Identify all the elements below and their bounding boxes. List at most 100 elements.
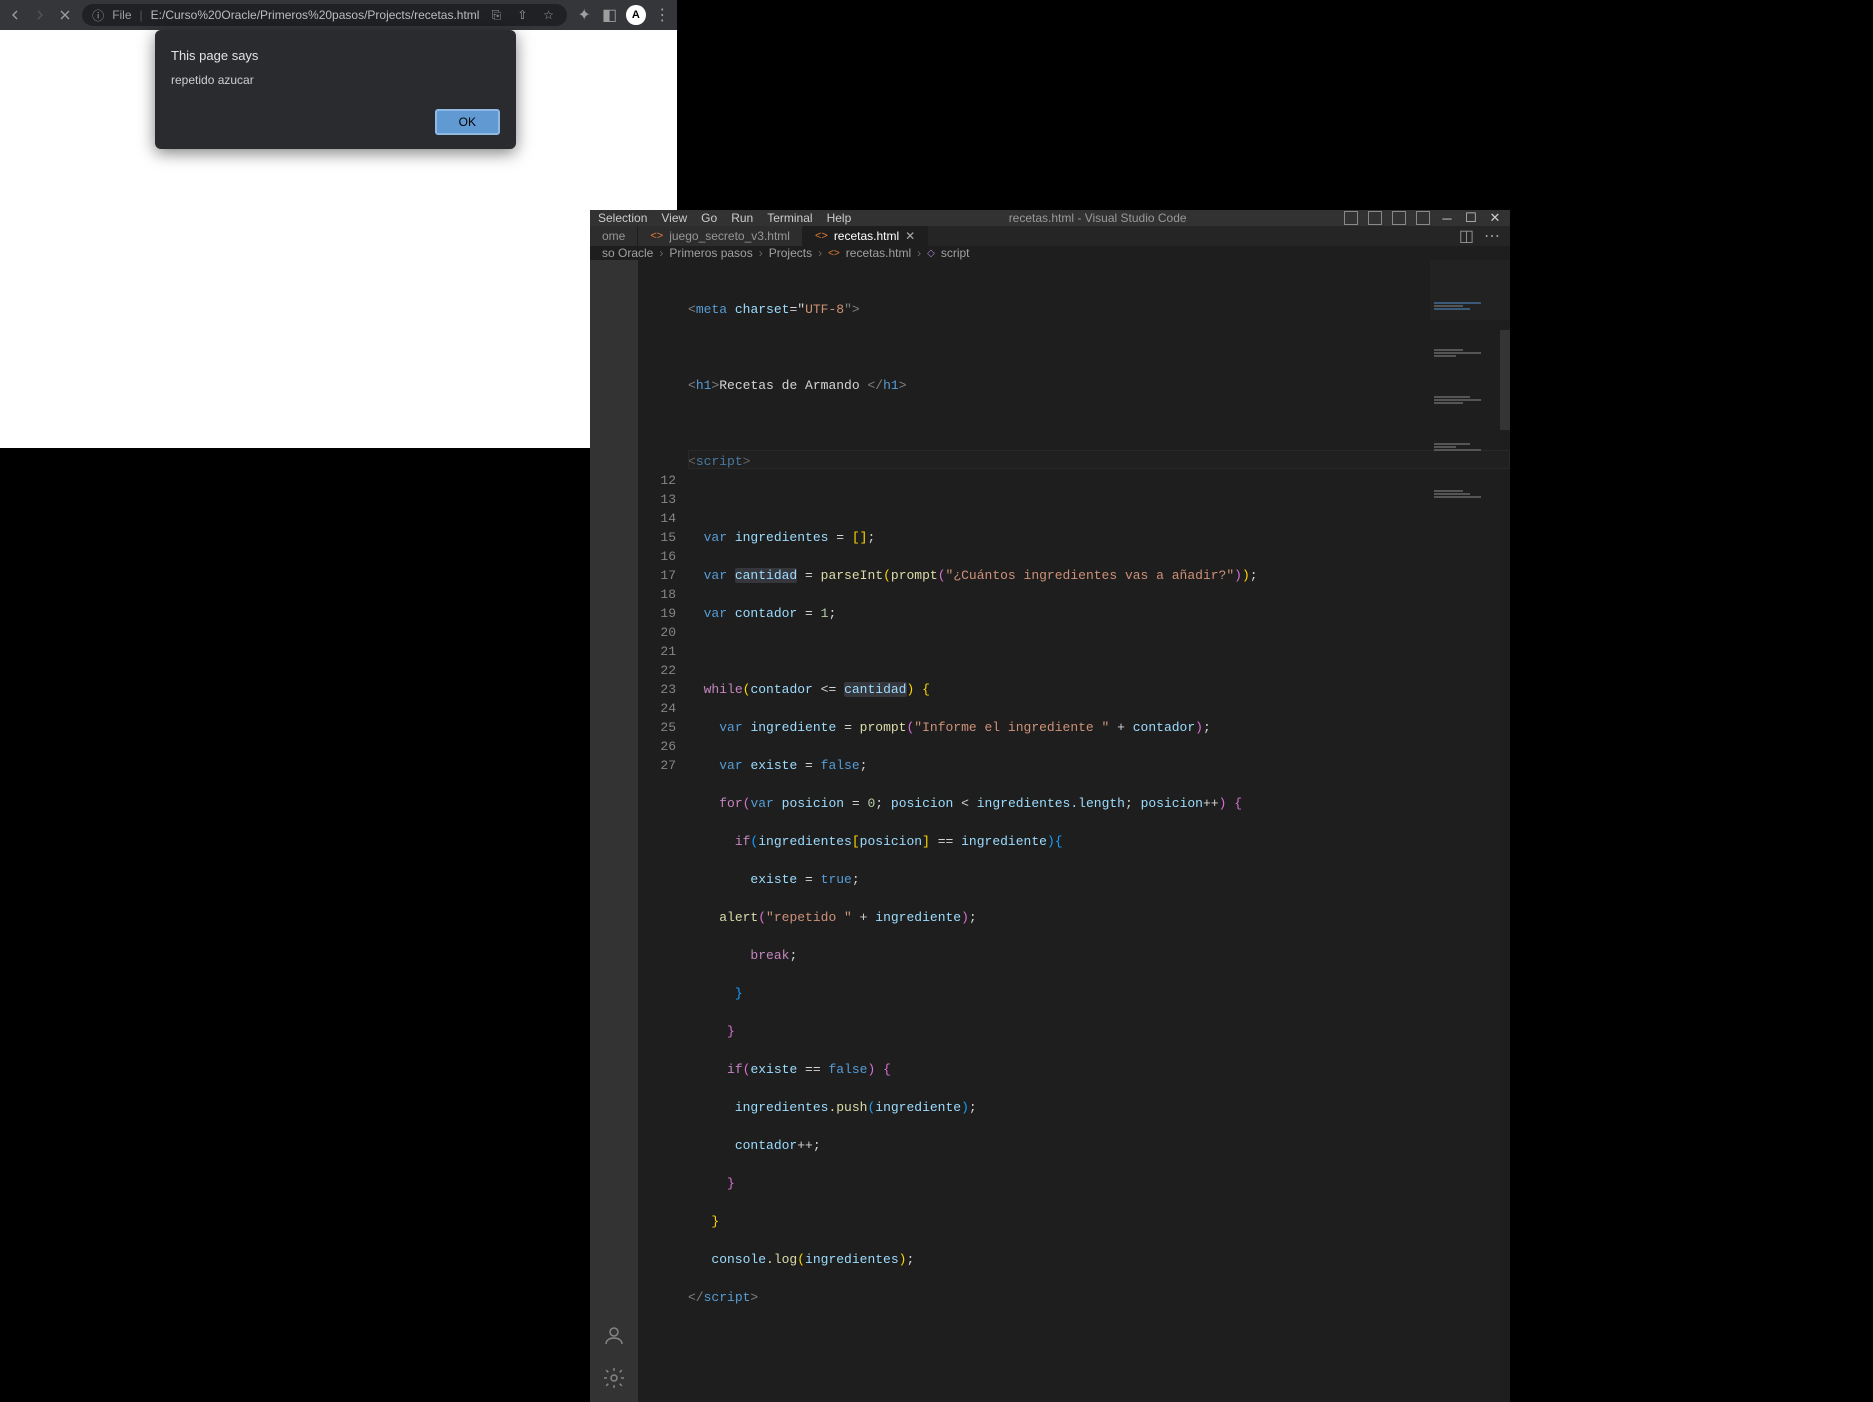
code-line: existe = true; [688,870,1510,889]
line-number [638,414,676,433]
line-number [638,262,676,281]
chevron-right-icon: › [917,246,921,260]
menu-terminal[interactable]: Terminal [767,211,812,225]
line-number: 18 [638,585,676,604]
line-number: 24 [638,699,676,718]
alert-dialog: This page says repetido azucar OK [155,30,516,149]
line-number [638,319,676,338]
tab-label: recetas.html [834,229,899,243]
line-number: 13 [638,490,676,509]
profile-icon[interactable]: A [626,5,645,25]
code-line: if(existe == false) { [688,1060,1510,1079]
menu-selection[interactable]: Selection [598,211,647,225]
more-icon[interactable]: ⋯ [1484,226,1500,246]
line-number: 14 [638,509,676,528]
breadcrumb-item[interactable]: Primeros pasos [669,246,752,260]
symbol-icon: ◇ [927,248,935,259]
breadcrumb-item[interactable]: Projects [769,246,812,260]
split-editor-icon[interactable]: ◫ [1459,226,1474,246]
code-line: var contador = 1; [688,604,1510,623]
code-line: if(ingredientes[posicion] == ingrediente… [688,832,1510,851]
url-bar[interactable]: ⓘ File | E:/Curso%20Oracle/Primeros%20pa… [82,4,567,26]
info-icon: ⓘ [92,7,104,24]
breadcrumb-item[interactable]: recetas.html [846,246,911,260]
code-line: </script> [688,1288,1510,1307]
close-icon[interactable]: ✕ [905,229,915,243]
line-number: 12 [638,471,676,490]
line-number: 19 [638,604,676,623]
code-line: } [688,1022,1510,1041]
vscode-body: 12 13 14 15 16 17 18 19 20 21 22 23 24 2… [590,260,1510,1402]
url-separator: | [140,8,143,22]
breadcrumb-item[interactable]: script [941,246,970,260]
share-icon[interactable]: ⇧ [513,6,531,24]
code-line: alert("repetido " + ingrediente); [688,908,1510,927]
menu-run[interactable]: Run [731,211,753,225]
menu-view[interactable]: View [661,211,687,225]
tabbar-actions: ◫ ⋯ [1459,226,1510,246]
url-text: E:/Curso%20Oracle/Primeros%20pasos/Proje… [151,8,480,22]
line-number: 21 [638,642,676,661]
html-file-icon: <> [815,230,828,242]
account-icon[interactable] [602,1324,626,1348]
layout-right-icon[interactable] [1392,211,1406,225]
chevron-right-icon: › [659,246,663,260]
dialog-message: repetido azucar [171,73,500,87]
vscode-titlebar: Selection View Go Run Terminal Help rece… [590,210,1510,226]
minimap[interactable] [1430,260,1510,320]
layout-bottom-icon[interactable] [1368,211,1382,225]
line-number [638,338,676,357]
line-number: 22 [638,661,676,680]
menu-go[interactable]: Go [701,211,717,225]
minimize-button[interactable]: ─ [1440,211,1454,226]
html-file-icon: <> [828,248,840,259]
breadcrumb-item[interactable]: so Oracle [602,246,653,260]
close-button[interactable]: ✕ [1488,210,1502,226]
layout-left-icon[interactable] [1344,211,1358,225]
tab-welcome-partial[interactable]: ome [590,226,638,246]
line-number: 15 [638,528,676,547]
line-number [638,300,676,319]
maximize-button[interactable]: ☐ [1464,210,1478,226]
panel-icon[interactable]: ◧ [601,6,618,24]
code-line: var ingrediente = prompt("Informe el ing… [688,718,1510,737]
stop-button[interactable] [57,6,74,24]
code-line: for(var posicion = 0; posicion < ingredi… [688,794,1510,813]
menu-icon[interactable]: ⋮ [654,6,671,24]
tab-juego-secreto[interactable]: <> juego_secreto_v3.html [638,226,803,246]
line-number: 26 [638,737,676,756]
code-line: var existe = false; [688,756,1510,775]
tab-label: ome [602,229,625,243]
layout-grid-icon[interactable] [1416,211,1430,225]
line-number: 20 [638,623,676,642]
line-number [638,376,676,395]
bookmark-icon[interactable]: ☆ [539,6,557,24]
line-number: 23 [638,680,676,699]
html-file-icon: <> [650,230,663,242]
forward-button[interactable] [31,6,48,24]
back-button[interactable] [6,6,23,24]
tab-recetas[interactable]: <> recetas.html ✕ [803,226,928,246]
scrollbar[interactable] [1500,330,1510,430]
code-line: console.log(ingredientes); [688,1250,1510,1269]
url-scheme: File [112,8,131,22]
browser-toolbar: ⓘ File | E:/Curso%20Oracle/Primeros%20pa… [0,0,677,30]
code-line: } [688,984,1510,1003]
code-editor[interactable]: <meta charset="UTF-8"> <h1>Recetas de Ar… [688,260,1510,1402]
tab-label: juego_secreto_v3.html [669,229,790,243]
line-number [638,452,676,471]
code-line: <h1>Recetas de Armando </h1> [688,376,1510,395]
code-line: } [688,1212,1510,1231]
line-number [638,281,676,300]
menu-help[interactable]: Help [827,211,852,225]
line-number: 27 [638,756,676,775]
settings-gear-icon[interactable] [602,1366,626,1390]
breadcrumb: so Oracle› Primeros pasos› Projects› <> … [590,246,1510,260]
line-gutter: 12 13 14 15 16 17 18 19 20 21 22 23 24 2… [638,260,688,1402]
vscode-tabbar: ome <> juego_secreto_v3.html <> recetas.… [590,226,1510,246]
extensions-icon[interactable]: ✦ [575,6,592,24]
code-line [688,338,1510,357]
ok-button[interactable]: OK [435,109,500,135]
line-number: 25 [638,718,676,737]
translate-icon[interactable]: ⎘ [487,6,505,24]
